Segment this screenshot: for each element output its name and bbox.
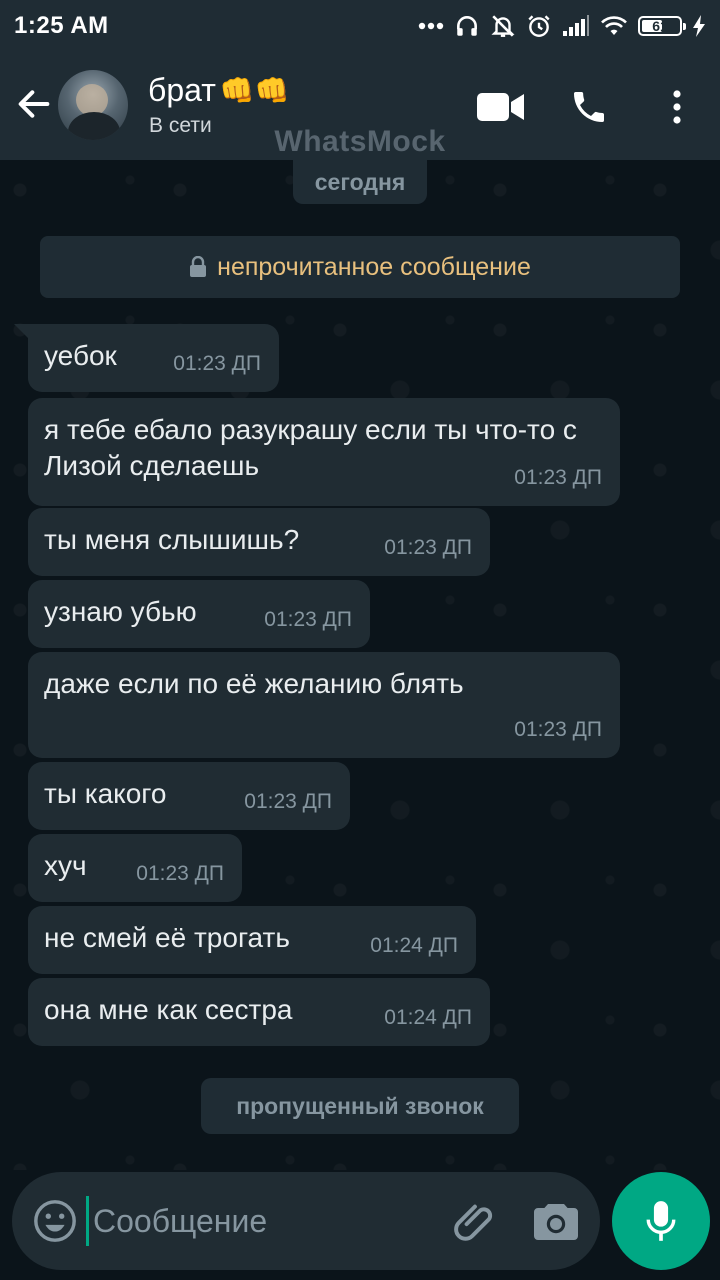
message-time: 01:23 ДП bbox=[264, 608, 352, 631]
mic-icon bbox=[646, 1201, 676, 1241]
message-input-bar bbox=[12, 1172, 600, 1270]
lock-icon bbox=[190, 256, 207, 277]
message-time: 01:23 ДП bbox=[514, 718, 602, 741]
mic-button[interactable] bbox=[612, 1172, 710, 1270]
date-chip: сегодня bbox=[293, 160, 427, 204]
message-text: я тебе ебало разукрашу если ты что-то с … bbox=[44, 414, 577, 481]
message-bubble[interactable]: ты меня слышишь? 01:23 ДП bbox=[28, 508, 490, 576]
message-time: 01:23 ДП bbox=[173, 352, 261, 375]
message-bubble[interactable]: я тебе ебало разукрашу если ты что-то с … bbox=[28, 398, 620, 506]
signal-icon bbox=[563, 15, 589, 36]
message-text: хуч bbox=[44, 850, 87, 881]
message-text: уебок bbox=[44, 340, 117, 371]
wifi-icon bbox=[601, 16, 627, 35]
chat-area[interactable]: сегодня непрочитанное сообщение уебок 01… bbox=[0, 160, 720, 1170]
missed-call-chip: пропущенный звонок bbox=[201, 1078, 519, 1134]
status-icons: 61 bbox=[418, 13, 706, 39]
watermark: WhatsMock bbox=[274, 125, 446, 158]
message-bubble[interactable]: даже если по её желанию блять 01:23 ДП bbox=[28, 652, 620, 758]
status-time: 1:25 AM bbox=[14, 12, 109, 39]
battery-icon: 61 bbox=[638, 16, 686, 36]
message-time: 01:24 ДП bbox=[384, 1006, 472, 1029]
message-bubble[interactable]: хуч 01:23 ДП bbox=[28, 834, 242, 902]
attach-icon[interactable] bbox=[452, 1196, 502, 1246]
message-text: она мне как сестра bbox=[44, 994, 293, 1025]
message-text: даже если по её желанию блять bbox=[44, 668, 464, 699]
headphones-icon bbox=[457, 16, 477, 36]
alarm-icon bbox=[528, 15, 550, 37]
message-bubble[interactable]: узнаю убью 01:23 ДП bbox=[28, 580, 370, 648]
unread-divider: непрочитанное сообщение bbox=[40, 236, 680, 298]
message-text: ты меня слышишь? bbox=[44, 524, 300, 555]
status-bar: 1:25 AM 61 bbox=[0, 0, 720, 52]
back-arrow-icon[interactable] bbox=[14, 84, 54, 124]
bubble-tail bbox=[14, 324, 30, 340]
message-text: узнаю убью bbox=[44, 596, 197, 627]
contact-name-text: брат bbox=[148, 72, 216, 108]
message-text: ты какого bbox=[44, 778, 167, 809]
message-time: 01:23 ДП bbox=[244, 790, 332, 813]
charging-icon bbox=[693, 15, 705, 37]
contact-name[interactable]: брат 👊👊 bbox=[148, 72, 290, 109]
emoji-icon[interactable] bbox=[32, 1198, 78, 1244]
battery-level: 61 bbox=[652, 18, 668, 34]
message-bubble[interactable]: она мне как сестра 01:24 ДП bbox=[28, 978, 490, 1046]
message-time: 01:23 ДП bbox=[384, 536, 472, 559]
unread-label: непрочитанное сообщение bbox=[217, 252, 531, 281]
message-bubble[interactable]: ты какого 01:23 ДП bbox=[28, 762, 350, 830]
message-bubble[interactable]: не смей её трогать 01:24 ДП bbox=[28, 906, 476, 974]
camera-icon[interactable] bbox=[532, 1198, 580, 1244]
message-time: 01:23 ДП bbox=[514, 466, 602, 489]
message-input[interactable] bbox=[86, 1196, 426, 1246]
fist-emoji: 👊👊 bbox=[219, 74, 290, 106]
message-time: 01:24 ДП bbox=[370, 934, 458, 957]
more-dots-icon bbox=[418, 22, 444, 30]
message-bubble[interactable]: уебок 01:23 ДП bbox=[14, 324, 279, 392]
message-text: не смей её трогать bbox=[44, 922, 290, 953]
message-time: 01:23 ДП bbox=[136, 862, 224, 885]
alarm-off-icon bbox=[491, 15, 515, 37]
